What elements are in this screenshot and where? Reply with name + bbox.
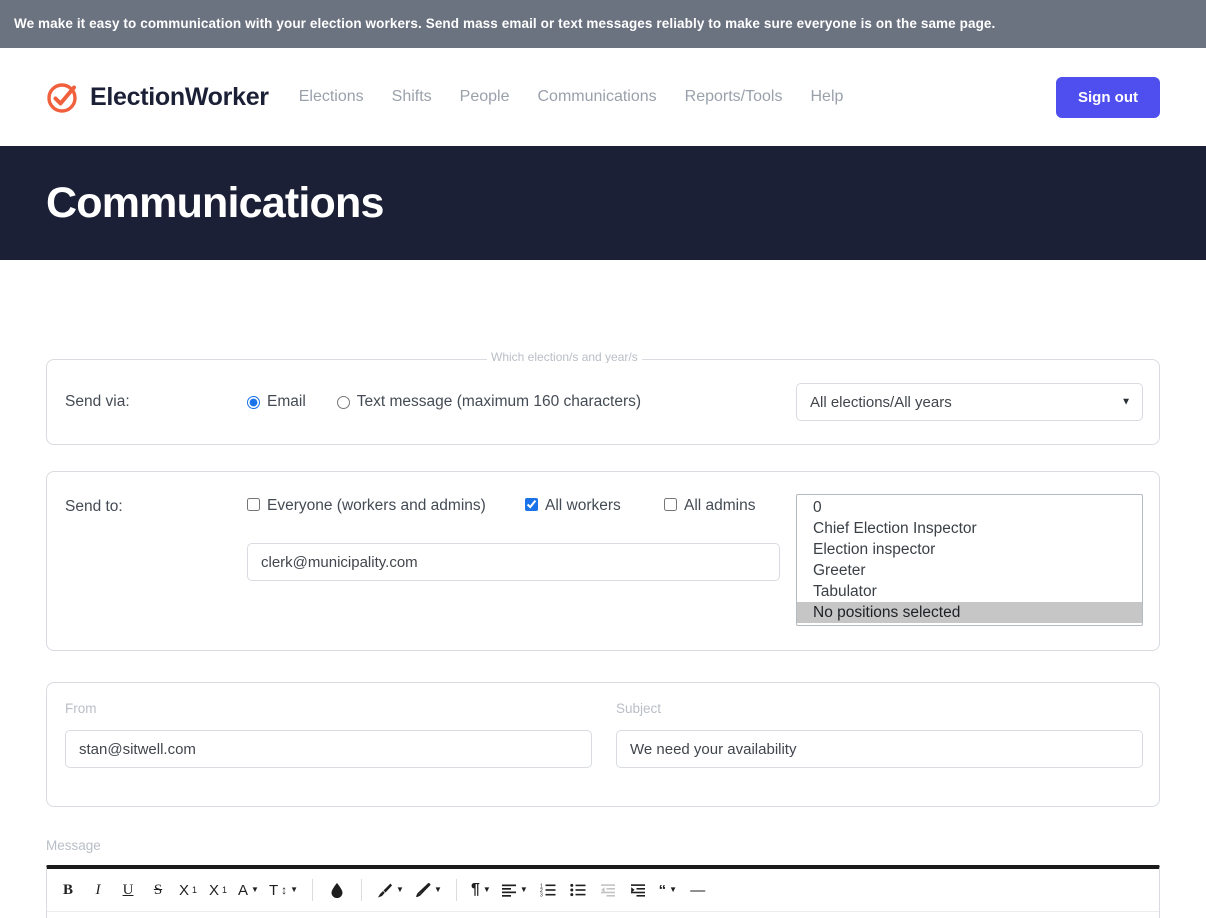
- radio-text-message-input[interactable]: [336, 395, 350, 409]
- horizontal-rule-icon[interactable]: —: [683, 875, 713, 905]
- nav-item-help[interactable]: Help: [810, 88, 843, 106]
- checkbox-all-admins[interactable]: All admins: [664, 494, 756, 517]
- check-circle-icon: [46, 80, 80, 114]
- bullet-list-icon[interactable]: [563, 875, 593, 905]
- election-select-wrap: All elections/All years ▼: [796, 383, 1143, 421]
- underline-icon[interactable]: U: [113, 875, 143, 905]
- checkbox-everyone-input[interactable]: [247, 498, 260, 511]
- announcement-text: We make it easy to communication with yo…: [14, 15, 996, 31]
- checkbox-everyone[interactable]: Everyone (workers and admins): [247, 494, 525, 517]
- editor-toolbar-row-1: B I U S X1 X1 A ▼ T ↕ ▼ ▼ ▼ ¶ ▼ ▼ 1 2 3 …: [47, 869, 1159, 911]
- toolbar-divider: [312, 879, 314, 901]
- list-item[interactable]: Tabulator: [797, 581, 1142, 602]
- page-content: Which election/s and year/s Send via: Em…: [0, 352, 1206, 918]
- election-select[interactable]: All elections/All years: [796, 383, 1143, 421]
- ink-color-icon[interactable]: [322, 875, 352, 905]
- font-family-icon[interactable]: A ▼: [233, 875, 264, 905]
- list-item[interactable]: 0: [797, 497, 1142, 518]
- numbered-list-icon[interactable]: 123: [533, 875, 563, 905]
- list-item[interactable]: Chief Election Inspector: [797, 518, 1142, 539]
- outdent-icon[interactable]: [593, 875, 623, 905]
- announcement-banner: We make it easy to communication with yo…: [0, 0, 1206, 48]
- page-title-band: Communications: [0, 146, 1206, 260]
- brand-name: ElectionWorker: [90, 82, 269, 111]
- nav-links: Elections Shifts People Communications R…: [299, 88, 844, 106]
- align-icon[interactable]: ▼: [496, 875, 533, 905]
- checkbox-all-admins-input[interactable]: [664, 498, 677, 511]
- message-editor: B I U S X1 X1 A ▼ T ↕ ▼ ▼ ▼ ¶ ▼ ▼ 1 2 3 …: [46, 865, 1160, 918]
- subject-label: Subject: [616, 701, 662, 716]
- list-item[interactable]: Greeter: [797, 560, 1142, 581]
- radio-email-input[interactable]: [247, 395, 260, 409]
- send-to-checkbox-group: Everyone (workers and admins) All worker…: [247, 494, 796, 517]
- toolbar-divider: [361, 879, 363, 901]
- nav-item-communications[interactable]: Communications: [538, 88, 657, 106]
- brand-logo[interactable]: ElectionWorker: [46, 80, 269, 114]
- send-via-radio-group: Email Text message (maximum 160 characte…: [247, 393, 641, 411]
- nav-item-reports-tools[interactable]: Reports/Tools: [685, 88, 783, 106]
- send-via-card: Which election/s and year/s Send via: Em…: [46, 352, 1160, 445]
- send-to-label: Send to:: [65, 498, 123, 515]
- pen-icon[interactable]: ▼: [409, 875, 447, 905]
- positions-listbox[interactable]: 0 Chief Election Inspector Election insp…: [796, 494, 1143, 626]
- from-subject-card: From Subject: [46, 682, 1160, 807]
- highlight-brush-icon[interactable]: ▼: [371, 875, 409, 905]
- list-item-selected[interactable]: No positions selected: [797, 602, 1142, 623]
- from-input[interactable]: [65, 730, 592, 768]
- strikethrough-icon[interactable]: S: [143, 875, 173, 905]
- paragraph-icon[interactable]: ¶ ▼: [466, 875, 496, 905]
- superscript-icon[interactable]: X1: [203, 875, 233, 905]
- main-navbar: ElectionWorker Elections Shifts People C…: [0, 48, 1206, 146]
- checkbox-all-workers[interactable]: All workers: [525, 494, 664, 517]
- radio-text-message[interactable]: Text message (maximum 160 characters): [336, 393, 642, 411]
- page-title: Communications: [46, 178, 384, 227]
- svg-text:3: 3: [540, 893, 543, 898]
- sign-out-button[interactable]: Sign out: [1056, 76, 1160, 118]
- list-item[interactable]: Election inspector: [797, 539, 1142, 560]
- checkbox-all-workers-input[interactable]: [525, 498, 538, 511]
- recipient-email-input[interactable]: [247, 543, 780, 582]
- nav-item-people[interactable]: People: [460, 88, 510, 106]
- message-label: Message: [46, 838, 101, 853]
- subscript-icon[interactable]: X1: [173, 875, 203, 905]
- nav-item-elections[interactable]: Elections: [299, 88, 364, 106]
- send-to-controls: Everyone (workers and admins) All worker…: [247, 494, 796, 628]
- font-size-icon[interactable]: T ↕ ▼: [264, 875, 303, 905]
- radio-email[interactable]: Email: [247, 393, 306, 411]
- toolbar-divider: [455, 879, 457, 901]
- checkbox-everyone-label: Everyone (workers and admins): [267, 497, 486, 514]
- nav-item-shifts[interactable]: Shifts: [392, 88, 432, 106]
- send-to-card: Send to: Everyone (workers and admins) A…: [46, 471, 1160, 651]
- checkbox-all-workers-label: All workers: [545, 497, 621, 514]
- italic-icon[interactable]: I: [83, 875, 113, 905]
- checkbox-all-admins-label: All admins: [684, 497, 756, 514]
- send-via-label: Send via:: [65, 393, 130, 410]
- bold-icon[interactable]: B: [53, 875, 83, 905]
- subject-input[interactable]: [616, 730, 1143, 768]
- from-label: From: [65, 701, 97, 716]
- send-via-legend: Which election/s and year/s: [487, 352, 642, 363]
- radio-text-message-label: Text message (maximum 160 characters): [356, 393, 642, 410]
- editor-toolbar-row-2: </>: [47, 911, 1159, 918]
- indent-icon[interactable]: [623, 875, 653, 905]
- subject-field-group: Subject: [616, 701, 1143, 788]
- from-field-group: From: [65, 701, 592, 788]
- radio-email-label: Email: [267, 393, 306, 410]
- blockquote-icon[interactable]: “▼: [653, 875, 683, 905]
